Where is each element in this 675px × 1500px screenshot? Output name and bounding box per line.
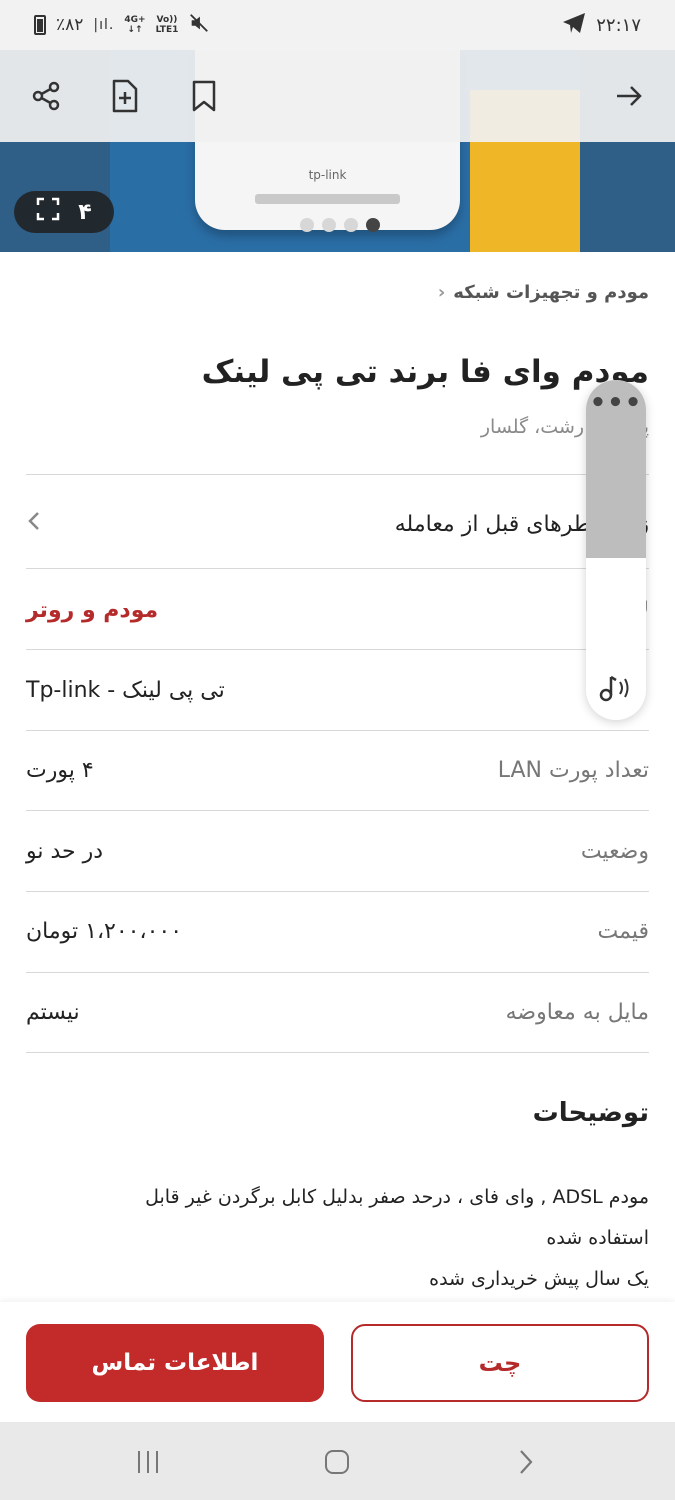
back-icon[interactable] <box>504 1440 548 1484</box>
action-bar: چت اطلاعات تماس <box>0 1302 675 1422</box>
description-heading: توضیحات <box>532 1098 649 1128</box>
share-icon[interactable] <box>28 78 64 114</box>
chat-button[interactable]: چت <box>351 1324 649 1402</box>
attribute-row-lan-ports: تعداد پورت LAN ۴ پورت <box>26 730 649 810</box>
status-bar: ٪۸۲ |ıl. 4G+ ↓↑ Vo)) LTE1 ۲۲:۱۷ <box>0 0 675 50</box>
attribute-value: ۴ پورت <box>26 757 94 783</box>
more-options-icon[interactable]: ••• <box>586 388 646 424</box>
product-image-gallery[interactable]: tp-link ۴ <box>0 50 675 252</box>
gallery-dot[interactable] <box>300 218 314 232</box>
attribute-value-link[interactable]: مودم و روتر <box>26 598 158 623</box>
gallery-dot[interactable] <box>322 218 336 232</box>
network-type-top: 4G+ <box>124 15 146 25</box>
divider <box>26 568 649 569</box>
recent-apps-icon[interactable] <box>126 1440 170 1484</box>
system-nav-bar <box>0 1422 675 1500</box>
divider <box>26 1052 649 1053</box>
fullscreen-icon <box>36 197 60 227</box>
router-led-strip <box>255 194 400 204</box>
attribute-value: نیستم <box>26 999 80 1025</box>
attribute-label: وضعیت <box>580 838 649 864</box>
floating-volume-panel[interactable]: ••• <box>586 380 646 720</box>
description-line: مودم ADSL , وای فای ، درحد صفر بدلیل کاب… <box>145 1186 649 1208</box>
divider <box>26 474 649 475</box>
safety-warning-row[interactable]: زنگ خطرهای قبل از معامله <box>26 478 649 570</box>
add-note-icon[interactable] <box>107 78 143 114</box>
status-right: ۲۲:۱۷ <box>562 12 641 39</box>
image-count: ۴ <box>78 199 92 225</box>
attribute-value: در حد نو <box>26 838 104 864</box>
attribute-row-price: قیمت ۱،۲۰۰،۰۰۰ تومان <box>26 891 649 971</box>
description-line: استفاده شده <box>546 1227 649 1249</box>
bookmark-icon[interactable] <box>186 78 222 114</box>
attribute-value-price: ۱،۲۰۰،۰۰۰ تومان <box>26 918 183 944</box>
breadcrumb[interactable]: مودم و تجهیزات شبکه ‹ <box>438 282 649 303</box>
attribute-label: مایل به معاوضه <box>505 999 649 1025</box>
network-indicator: 4G+ ↓↑ <box>124 15 146 35</box>
attribute-row-condition: وضعیت در حد نو <box>26 811 649 891</box>
brand-logo-text: tp-link <box>308 168 347 182</box>
attribute-row-brand: تی پی لینک - Tp-link <box>26 650 649 730</box>
description-line: یک سال پیش خریداری شده <box>429 1268 649 1290</box>
clock: ۲۲:۱۷ <box>596 14 641 36</box>
battery-icon <box>34 15 46 35</box>
image-toolbar <box>0 50 675 142</box>
gallery-dots <box>300 218 380 232</box>
chevron-left-icon: ‹ <box>437 282 446 303</box>
breadcrumb-category[interactable]: مودم و تجهیزات شبکه <box>453 282 649 303</box>
page-title: مودم وای فا برند تی پی لینک <box>201 354 649 390</box>
contact-info-button[interactable]: اطلاعات تماس <box>26 1324 324 1402</box>
music-note-icon[interactable] <box>586 670 646 706</box>
arrow-right-icon[interactable] <box>611 78 647 114</box>
volte-label: Vo)) <box>156 15 178 25</box>
chevron-left-icon <box>26 510 42 538</box>
home-icon[interactable] <box>315 1440 359 1484</box>
signal-icon: |ıl. <box>93 17 115 33</box>
status-left: ٪۸۲ |ıl. 4G+ ↓↑ Vo)) LTE1 <box>34 12 210 39</box>
mute-icon <box>188 12 210 39</box>
attribute-label: تعداد پورت LAN <box>497 757 649 783</box>
volte-indicator: Vo)) LTE1 <box>156 15 179 35</box>
network-type-bottom: LTE1 <box>155 25 179 35</box>
battery-percent: ٪۸۲ <box>56 15 84 35</box>
gallery-fullscreen-button[interactable]: ۴ <box>14 191 114 233</box>
attribute-label: قیمت <box>597 918 649 944</box>
telegram-icon <box>562 12 586 39</box>
gallery-dot[interactable] <box>344 218 358 232</box>
attribute-row-exchange: مایل به معاوضه نیستم <box>26 972 649 1052</box>
gallery-dot-active[interactable] <box>366 218 380 232</box>
description-body: مودم ADSL , وای فای ، درحد صفر بدلیل کاب… <box>26 1177 649 1300</box>
attribute-row-category: لا مودم و روتر <box>26 570 649 650</box>
attribute-value: تی پی لینک - Tp-link <box>26 677 225 703</box>
